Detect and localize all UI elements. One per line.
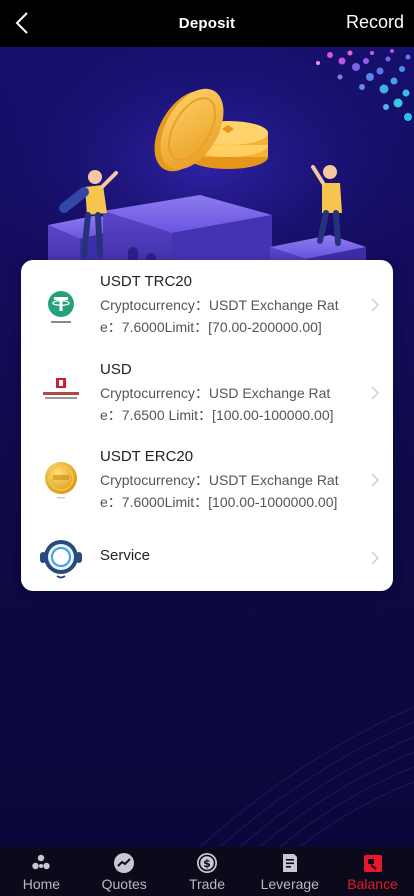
home-icon [32,854,51,870]
chevron-right-icon [371,386,380,400]
tether-logo-icon [39,284,83,328]
method-usdt-erc20[interactable]: USDT ERC20 Cryptocurrency：USDT Exchange … [21,435,393,523]
tab-quotes[interactable]: Quotes [83,847,166,896]
method-name: USDT TRC20 [100,273,192,290]
method-usd[interactable]: USD Cryptocurrency：USD Exchange Rat e：7.… [21,348,393,435]
method-desc-line: e：7.6500 Limit：[100.00-100000.00] [100,407,334,423]
page-title: Deposit [178,15,236,32]
quotes-icon [114,853,135,873]
tab-label: Quotes [101,876,147,892]
wallet-icon [363,855,382,872]
tab-leverage[interactable]: Leverage [248,847,331,896]
method-usdt-trc20[interactable]: USDT TRC20 Cryptocurrency：USDT Exchange … [21,260,393,348]
service-row[interactable]: Service [21,523,393,591]
method-name: USDT ERC20 [100,448,194,465]
method-description: Cryptocurrency：USDT Exchange Rat e：7.600… [100,469,358,513]
bottom-tab-bar: Home Quotes $ Trade Leverage Balance [0,847,414,896]
app-header: Deposit Record [0,0,414,47]
svg-text:$: $ [203,857,211,870]
tab-label: Leverage [260,876,319,892]
dollar-coin-icon: $ [196,853,217,873]
tab-home[interactable]: Home [0,847,83,896]
headset-icon [37,535,85,583]
method-desc-line: Cryptocurrency：USD Exchange Rat [100,385,331,401]
method-desc-line: Cryptocurrency：USDT Exchange Rat [100,297,339,313]
chevron-left-icon [15,12,28,34]
method-name: USD [100,361,132,378]
chevron-right-icon [371,298,380,312]
method-description: Cryptocurrency：USD Exchange Rat e：7.6500… [100,382,358,426]
background-waves [199,706,414,847]
method-desc-line: e：7.6000Limit：[100.00-1000000.00] [100,494,338,510]
tab-label: Balance [347,876,398,892]
gold-coin-icon [39,457,83,501]
document-icon [282,854,297,872]
service-label: Service [100,547,151,564]
chevron-right-icon [371,551,380,565]
record-button[interactable]: Record [346,12,404,33]
tab-label: Trade [188,876,226,892]
tab-label: Home [22,876,61,892]
bank-logo-icon [39,370,83,414]
chevron-right-icon [371,473,380,487]
tab-trade[interactable]: $ Trade [166,847,249,896]
back-button[interactable] [8,8,36,38]
method-desc-line: Cryptocurrency：USDT Exchange Rat [100,472,339,488]
method-description: Cryptocurrency：USDT Exchange Rat e：7.600… [100,294,358,338]
method-desc-line: e：7.6000Limit：[70.00-200000.00] [100,319,322,335]
tab-balance[interactable]: Balance [331,847,414,896]
deposit-methods-card: USDT TRC20 Cryptocurrency：USDT Exchange … [21,260,393,591]
